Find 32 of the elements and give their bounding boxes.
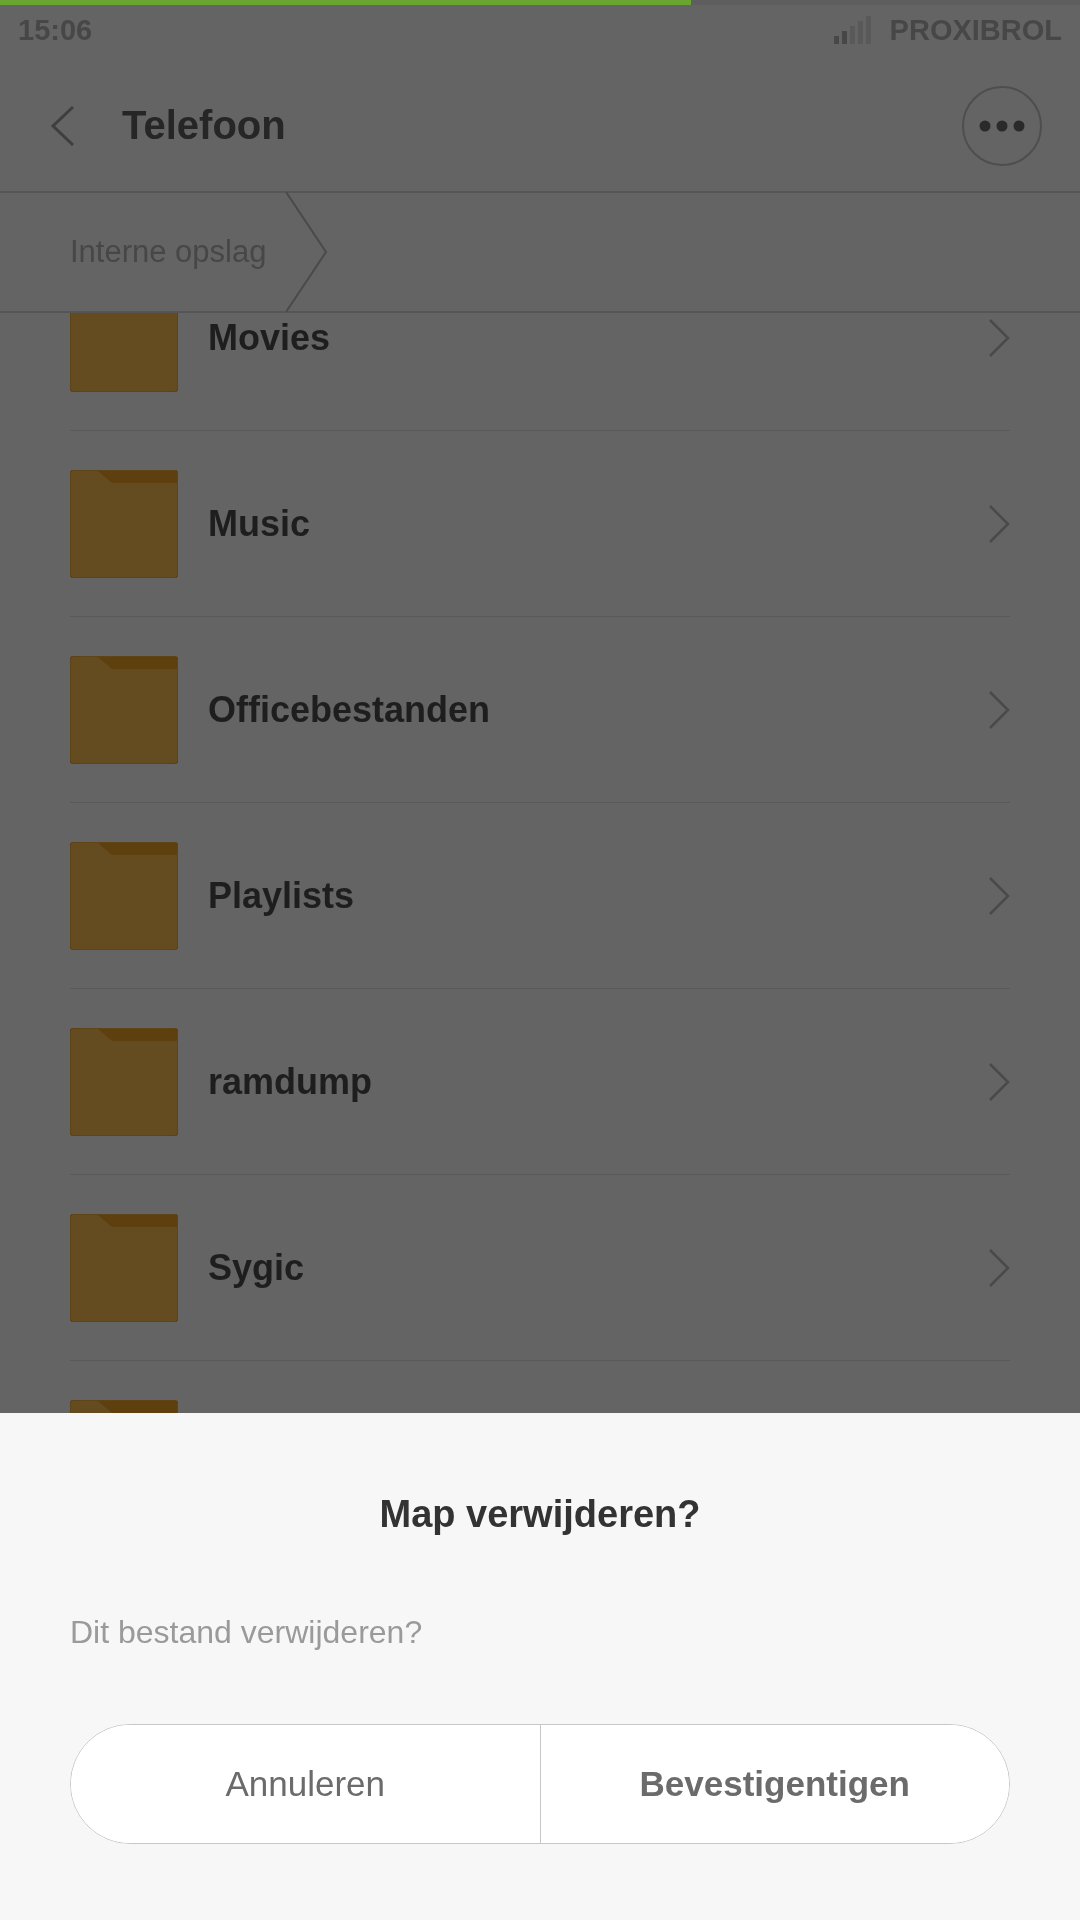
chevron-right-icon [988,317,1010,358]
folder-icon [70,1213,178,1322]
folder-icon [70,469,178,578]
chevron-right-icon [988,875,1010,916]
dialog-message: Dit bestand verwijderen? [70,1614,424,1651]
folder-row[interactable]: Playlists [70,803,1010,989]
more-icon [979,119,1025,132]
folder-row[interactable]: Officebestanden [70,617,1010,803]
folder-icon [70,313,178,392]
confirm-button[interactable]: Bevestigentigen [539,1725,1009,1843]
folder-row[interactable]: Music [70,431,1010,617]
folder-name: Sygic [208,1246,306,1289]
dialog-title: Map verwijderen? [378,1493,702,1536]
chevron-right-icon [988,1247,1010,1288]
more-button[interactable] [962,85,1042,166]
back-icon[interactable] [50,104,76,147]
folder-name: Playlists [208,874,356,917]
folder-icon [70,841,178,950]
chevron-right-icon [988,689,1010,730]
chevron-right-icon [988,1061,1010,1102]
folder-row[interactable]: Movies [70,313,1010,431]
signal-icon [833,16,872,44]
folder-icon [70,655,178,764]
folder-icon [70,1027,178,1136]
folder-name: Music [208,502,312,545]
folder-row[interactable]: ramdump [70,989,1010,1175]
page-title: Telefoon [122,103,287,148]
folder-name: Officebestanden [208,688,492,731]
folder-row[interactable]: Sygic [70,1175,1010,1361]
chevron-right-icon [988,503,1010,544]
folder-name: Movies [208,316,332,359]
folder-name: ramdump [208,1060,374,1103]
